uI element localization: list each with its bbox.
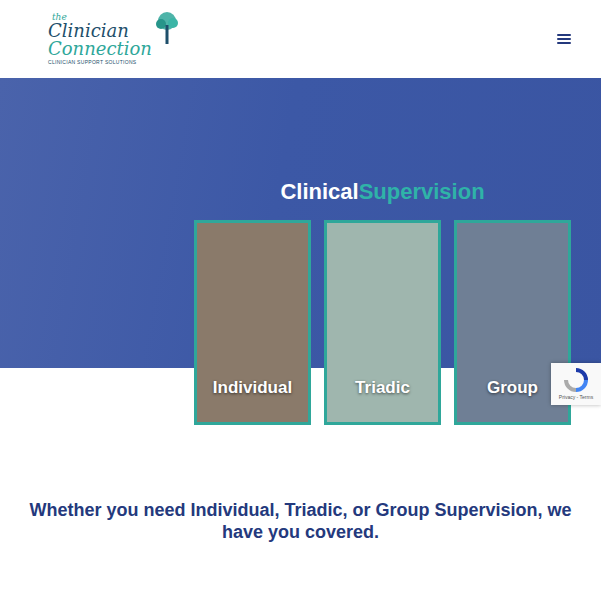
supervision-card[interactable]: Individual [194, 220, 311, 425]
hero-title: ClinicalSupervision [280, 178, 484, 206]
supervision-card[interactable]: Triadic [324, 220, 441, 425]
card-label: Individual [213, 378, 292, 398]
site-header: theClinicianConnection CLINICIAN SUPPORT … [0, 0, 601, 78]
recaptcha-badge[interactable]: Privacy - Terms [551, 363, 601, 405]
logo[interactable]: theClinicianConnection CLINICIAN SUPPORT … [48, 13, 180, 65]
logo-line1: Clinician [48, 22, 152, 40]
tree-icon [154, 11, 180, 45]
card-label: Triadic [355, 378, 410, 398]
intro-text: Whether you need Individual, Triadic, or… [0, 499, 601, 543]
logo-line2: Connection [48, 40, 152, 58]
recaptcha-links[interactable]: Privacy - Terms [559, 394, 593, 400]
card-label: Group [487, 378, 538, 398]
hamburger-menu-icon[interactable] [557, 34, 571, 44]
recaptcha-icon [563, 367, 589, 393]
page: theClinicianConnection CLINICIAN SUPPORT … [0, 0, 601, 601]
logo-tagline: CLINICIAN SUPPORT SOLUTIONS [48, 60, 152, 65]
hero-section: ClinicalSupervision Individual Triadic Grou… [0, 78, 601, 425]
logo-small-text: the [48, 13, 152, 22]
supervision-cards: Individual Triadic Group [194, 220, 571, 425]
